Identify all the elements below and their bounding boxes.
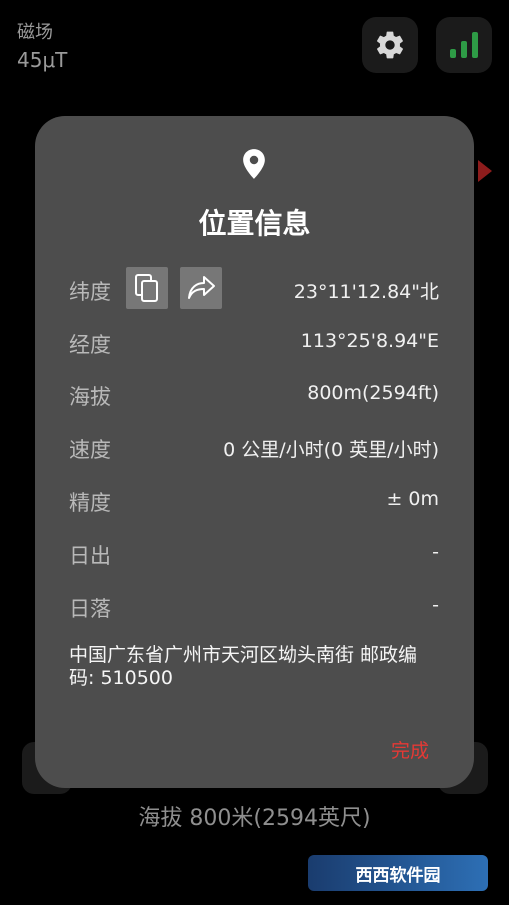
done-button[interactable]: 完成 bbox=[391, 736, 429, 763]
longitude-label: 经度 bbox=[69, 333, 111, 357]
sunrise-value: - bbox=[432, 541, 439, 563]
accuracy-value: ± 0m bbox=[386, 488, 439, 510]
accuracy-row: 精度 ± 0m bbox=[69, 479, 439, 519]
longitude-row: 经度 113°25'8.94"E bbox=[69, 321, 439, 361]
latitude-label: 纬度 bbox=[69, 280, 111, 304]
latitude-value: 23°11'12.84"北 bbox=[293, 281, 439, 303]
compass-pointer-icon bbox=[478, 160, 492, 182]
address-text: 中国广东省广州市天河区坳头南街 邮政编码: 510500 bbox=[69, 644, 418, 689]
signal-bars-icon bbox=[450, 32, 478, 58]
gear-icon bbox=[377, 31, 403, 59]
sunset-label: 日落 bbox=[69, 597, 111, 621]
speed-value: 0 公里/小时(0 英里/小时) bbox=[223, 439, 439, 461]
latitude-row: 纬度 23°11'12.84"北 bbox=[69, 267, 439, 309]
sunrise-label: 日出 bbox=[69, 544, 111, 568]
signal-button[interactable] bbox=[436, 17, 492, 73]
magnetic-field-value: 45μT bbox=[17, 48, 68, 72]
altitude-row: 海拔 800m(2594ft) bbox=[69, 373, 439, 413]
speed-row: 速度 0 公里/小时(0 英里/小时) bbox=[69, 426, 439, 466]
speed-label: 速度 bbox=[69, 438, 111, 462]
dialog-title: 位置信息 bbox=[198, 207, 311, 240]
settings-button[interactable] bbox=[362, 17, 418, 73]
sunrise-row: 日出 - bbox=[69, 532, 439, 572]
copy-button[interactable] bbox=[126, 267, 168, 309]
location-pin-icon bbox=[243, 149, 265, 179]
share-icon bbox=[188, 276, 215, 299]
sunset-row: 日落 - bbox=[69, 585, 439, 625]
accuracy-label: 精度 bbox=[69, 491, 111, 515]
altitude-label: 海拔 bbox=[69, 385, 111, 409]
altitude-value: 800m(2594ft) bbox=[307, 382, 439, 404]
magnetic-field-title: 磁场 bbox=[17, 22, 53, 43]
share-button[interactable] bbox=[180, 267, 222, 309]
location-info-dialog: 位置信息 纬度 23°11'12.84"北 经度 113°25'8.94"E 海… bbox=[35, 116, 474, 788]
sunset-value: - bbox=[432, 594, 439, 616]
altitude-readout: 海拔 800米(2594英尺) bbox=[138, 806, 371, 831]
watermark-logo: 西西软件园 bbox=[308, 855, 488, 891]
longitude-value: 113°25'8.94"E bbox=[300, 330, 439, 352]
copy-icon bbox=[135, 274, 158, 302]
